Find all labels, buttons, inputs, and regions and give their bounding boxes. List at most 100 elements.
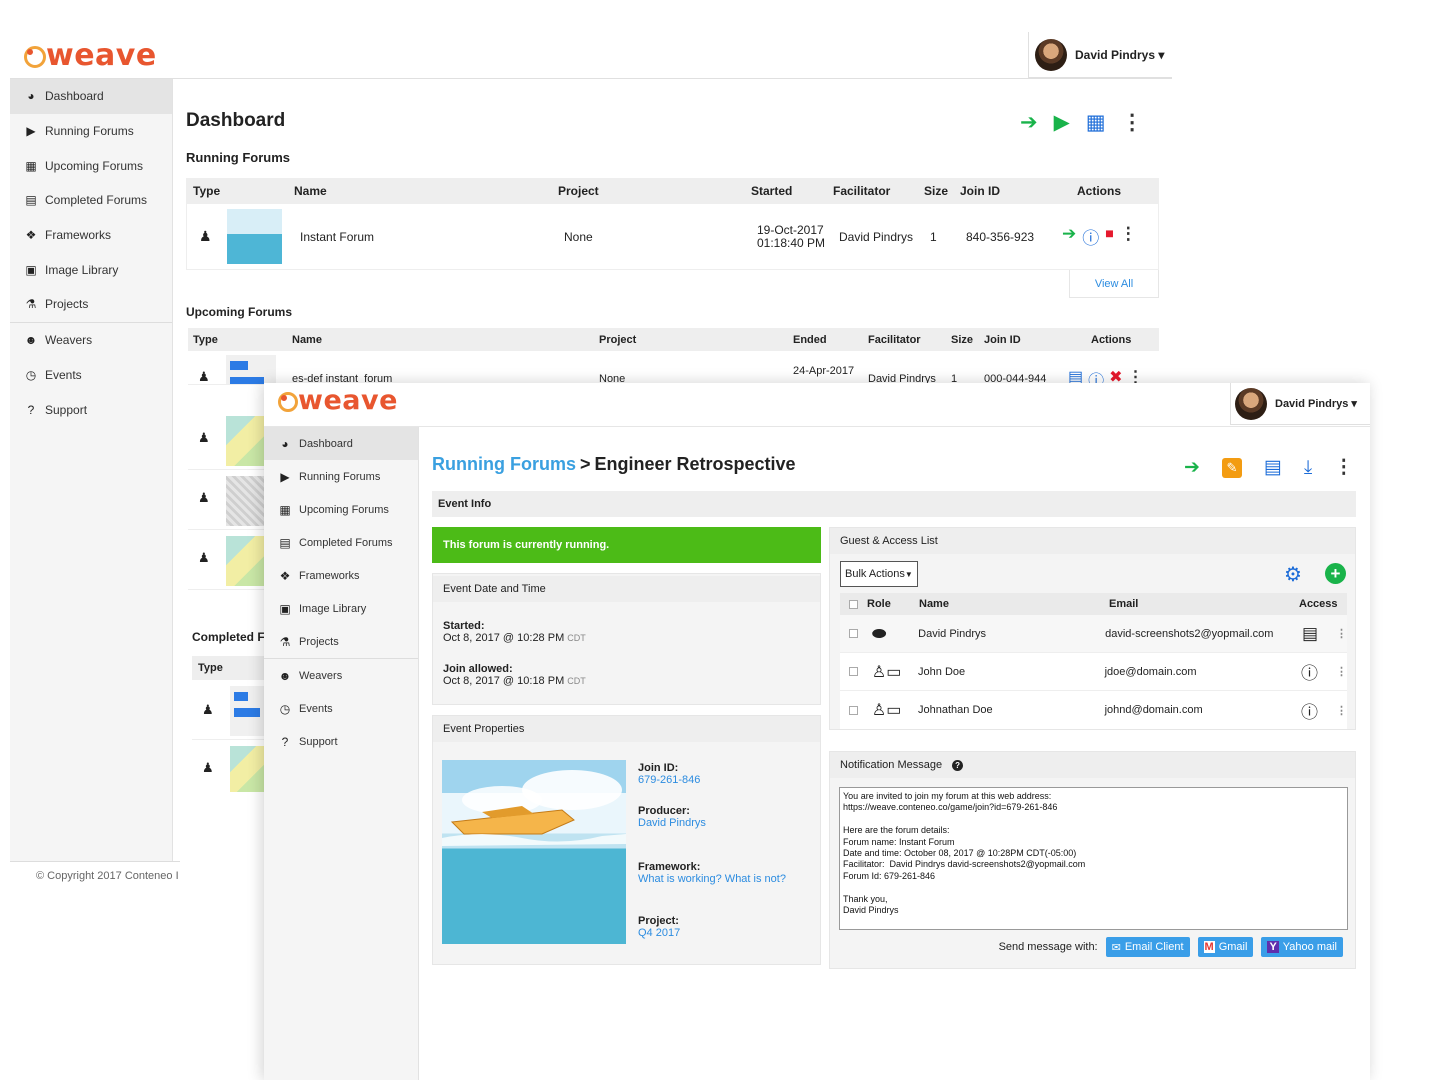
more-options-icon[interactable]: ⋮: [1334, 456, 1353, 479]
col-started: Started: [751, 183, 793, 198]
view-all-link[interactable]: View All: [1069, 270, 1159, 298]
sidebar-item-image-library[interactable]: ▣ Image Library: [10, 252, 172, 287]
info-circle-icon[interactable]: ⓘ: [1301, 698, 1318, 723]
report-document-icon[interactable]: ▤: [1264, 456, 1282, 479]
info-icon[interactable]: ⓘ: [1082, 224, 1099, 249]
sidebar-item-label: Events: [299, 702, 333, 715]
row-more-icon[interactable]: ⋮: [1336, 627, 1347, 640]
framework-link[interactable]: What is working? What is not?: [638, 873, 818, 885]
join-icon[interactable]: ➔: [1062, 224, 1076, 249]
user-menu[interactable]: David Pindrys ▾: [1028, 32, 1172, 78]
table-row[interactable]: ⬬ David Pindrys david-screenshots2@yopma…: [840, 615, 1347, 653]
sidebar-item-events[interactable]: ◷ Events: [264, 692, 418, 725]
sidebar-item-running-forums[interactable]: ▶ Running Forums: [264, 460, 418, 493]
sidebar-item-dashboard[interactable]: ◕ Dashboard: [10, 79, 172, 114]
type-user-icon: ♟: [199, 228, 212, 244]
col-name: Name: [292, 333, 322, 346]
sidebar-item-frameworks[interactable]: ❖ Frameworks: [10, 218, 172, 253]
sidebar-nav: ◕ Dashboard ▶ Running Forums ▦ Upcoming Forum…: [264, 427, 418, 758]
edit-icon[interactable]: ✎: [1221, 457, 1242, 478]
download-icon[interactable]: ⤓: [1304, 457, 1312, 479]
file-icon: ▤: [25, 193, 37, 208]
join-forum-icon[interactable]: ➔: [1020, 110, 1038, 135]
upcoming-row-partial[interactable]: ♟: [188, 532, 264, 590]
size: 1: [930, 229, 937, 244]
weave-logo[interactable]: weave: [278, 385, 398, 416]
cubes-icon: ❖: [279, 568, 291, 583]
document-icon[interactable]: ▤: [1302, 624, 1318, 644]
add-guest-icon[interactable]: +: [1325, 563, 1346, 584]
table-header: Type Name Project Started Facilitator Si…: [186, 178, 1159, 203]
table-row[interactable]: ♙▭ John Doe jdoe@domain.com ⓘ ⋮: [840, 653, 1347, 691]
framework-label: Framework:: [638, 861, 701, 873]
bulk-actions-label: Bulk Actions: [845, 568, 905, 580]
table-row[interactable]: ♙▭ Johnathan Doe johnd@domain.com ⓘ ⋮: [840, 691, 1347, 729]
col-role: Role: [867, 598, 891, 610]
col-email: Email: [1109, 598, 1139, 610]
completed-row-partial[interactable]: ♟: [192, 742, 264, 794]
table-header: Type Name Project Ended Facilitator Size…: [188, 328, 1159, 351]
event-info-label: Event Info: [438, 498, 492, 510]
join-id-link[interactable]: 679-261-846: [638, 774, 818, 786]
settings-gear-icon[interactable]: ⚙: [1284, 562, 1302, 587]
select-all-checkbox[interactable]: [849, 599, 858, 609]
sidebar-item-projects[interactable]: ⚗ Projects: [264, 625, 418, 658]
row-checkbox[interactable]: [849, 667, 858, 676]
sidebar-item-running-forums[interactable]: ▶ Running Forums: [10, 114, 172, 149]
col-ended: Ended: [793, 333, 827, 346]
row-more-icon[interactable]: ⋮: [1336, 704, 1347, 717]
sidebar-item-image-library[interactable]: ▣ Image Library: [264, 592, 418, 625]
sidebar-item-weavers[interactable]: ☻ Weavers: [264, 659, 418, 692]
sidebar-item-label: Image Library: [45, 262, 119, 277]
sidebar-item-dashboard[interactable]: ◕ Dashboard: [264, 427, 418, 460]
weave-logo[interactable]: weave: [24, 38, 157, 73]
row-checkbox[interactable]: [849, 705, 858, 715]
sidebar-item-frameworks[interactable]: ❖ Frameworks: [264, 559, 418, 592]
email-client-button[interactable]: ✉ Email Client: [1105, 937, 1190, 957]
sidebar-item-projects[interactable]: ⚗ Projects: [10, 287, 172, 322]
row-more-icon[interactable]: ⋮: [1120, 224, 1137, 249]
completed-row-partial[interactable]: ♟: [192, 682, 264, 740]
table-row[interactable]: ♟ Instant Forum None 19-Oct-2017 01:18:4…: [186, 203, 1159, 270]
breadcrumb-parent[interactable]: Running Forums: [432, 454, 576, 475]
breadcrumb: Running Forums > Engineer Retrospective: [432, 454, 796, 475]
row-checkbox[interactable]: [849, 629, 858, 638]
sidebar-item-upcoming-forums[interactable]: ▦ Upcoming Forums: [10, 148, 172, 183]
schedule-calendar-icon[interactable]: ▦: [1086, 110, 1106, 135]
start-forum-icon[interactable]: ▶: [1054, 110, 1070, 135]
info-circle-icon[interactable]: ⓘ: [1301, 659, 1318, 684]
bulk-actions-dropdown[interactable]: Bulk Actions▼: [840, 561, 918, 587]
sidebar-item-support[interactable]: ? Support: [10, 392, 172, 427]
user-menu[interactable]: David Pindrys ▾: [1230, 383, 1370, 425]
sidebar-item-label: Completed Forums: [299, 536, 393, 549]
yahoo-mail-button[interactable]: Y Yahoo mail: [1261, 937, 1343, 957]
more-options-icon[interactable]: ⋮: [1122, 110, 1143, 135]
col-facilitator: Facilitator: [833, 183, 891, 198]
join-forum-icon[interactable]: ➔: [1184, 456, 1200, 479]
project-link[interactable]: Q4 2017: [638, 927, 818, 939]
upcoming-row-partial[interactable]: ♟: [188, 472, 264, 530]
running-status-text: This forum is currently running.: [443, 539, 610, 551]
sidebar-item-label: Frameworks: [299, 569, 360, 582]
producer-link[interactable]: David Pindrys: [638, 817, 818, 829]
help-question-icon[interactable]: ?: [952, 759, 964, 771]
yahoo-icon: Y: [1267, 941, 1279, 953]
stop-icon[interactable]: ⏹: [1105, 224, 1114, 249]
sidebar-item-events[interactable]: ◷ Events: [10, 358, 172, 393]
completed-table-header: Type: [192, 656, 264, 680]
sidebar-item-upcoming-forums[interactable]: ▦ Upcoming Forums: [264, 493, 418, 526]
speedboat-illustration: [442, 770, 626, 846]
row-more-icon[interactable]: ⋮: [1336, 665, 1347, 678]
gmail-button[interactable]: M Gmail: [1197, 937, 1254, 957]
sidebar-item-weavers[interactable]: ☻ Weavers: [10, 323, 172, 358]
forum-thumbnail: [227, 209, 282, 264]
sidebar-item-completed-forums[interactable]: ▤ Completed Forums: [10, 183, 172, 218]
upcoming-row-partial[interactable]: ♟: [188, 412, 264, 470]
started-label: Started:: [443, 620, 485, 632]
running-status-banner: This forum is currently running.: [432, 527, 821, 563]
user-name: David Pindrys ▾: [1275, 398, 1357, 410]
table-row[interactable]: ♟ es-def instant_forum None 24-Apr-2017 …: [188, 351, 1159, 385]
sidebar-item-support[interactable]: ? Support: [264, 725, 418, 758]
sidebar-item-completed-forums[interactable]: ▤ Completed Forums: [264, 526, 418, 559]
notification-message-textarea[interactable]: [839, 787, 1348, 930]
